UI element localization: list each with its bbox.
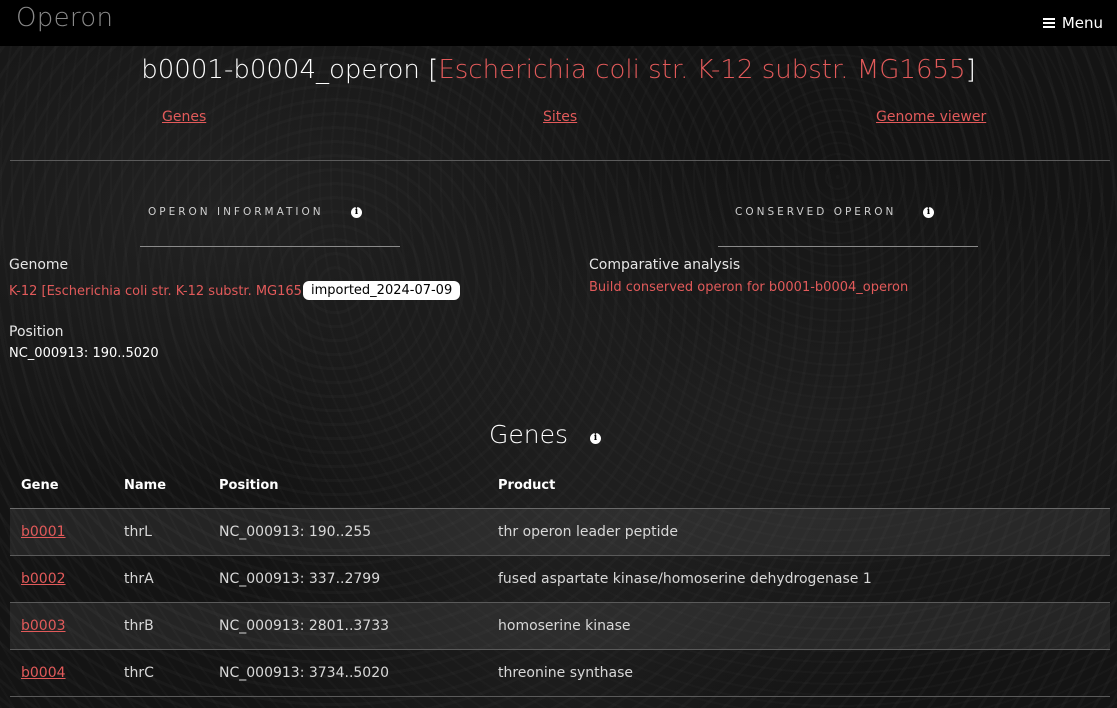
- genome-link[interactable]: K-12 [Escherichia coli str. K-12 substr.…: [9, 284, 315, 299]
- position-cell: NC_000913: 3734..5020: [208, 649, 487, 697]
- table-row: b0001 thrL NC_000913: 190..255 thr opero…: [10, 508, 1110, 556]
- conserved-operon-rule: [718, 246, 978, 247]
- info-icon[interactable]: i: [351, 207, 362, 218]
- table-row: b0004 thrC NC_000913: 3734..5020 threoni…: [10, 649, 1110, 697]
- info-icon[interactable]: i: [590, 433, 601, 444]
- product-cell: homoserine kinase: [487, 602, 1110, 650]
- page-title: b0001-b0004_operon [Escherichia coli str…: [0, 55, 1117, 85]
- gene-link[interactable]: b0002: [21, 571, 66, 587]
- hamburger-icon: [1042, 18, 1055, 28]
- column-header-position[interactable]: Position: [208, 462, 487, 509]
- brand-logo[interactable]: Operon: [16, 3, 113, 33]
- nav-link-sites[interactable]: Sites: [543, 109, 577, 125]
- genes-table: Gene Name Position Product b0001 thrL NC…: [10, 462, 1110, 697]
- position-cell: NC_000913: 190..255: [208, 508, 487, 556]
- menu-label: Menu: [1061, 14, 1103, 32]
- name-cell: thrL: [113, 508, 208, 556]
- menu-button[interactable]: Menu: [1042, 14, 1103, 32]
- genes-section-title: Genes: [489, 420, 569, 449]
- nav-link-genes[interactable]: Genes: [162, 109, 206, 125]
- gene-cell: b0004: [10, 649, 113, 697]
- position-cell: NC_000913: 337..2799: [208, 555, 487, 603]
- conserved-operon-heading: CONSERVED OPERON: [735, 206, 897, 218]
- genome-label: Genome: [9, 257, 69, 273]
- position-label: Position: [9, 324, 64, 340]
- nav-link-genome-viewer[interactable]: Genome viewer: [876, 109, 986, 125]
- gene-link[interactable]: b0003: [21, 618, 66, 634]
- column-header-product[interactable]: Product: [487, 462, 1110, 509]
- position-cell: NC_000913: 2801..3733: [208, 602, 487, 650]
- table-row: b0003 thrB NC_000913: 2801..3733 homoser…: [10, 602, 1110, 650]
- build-conserved-operon-link[interactable]: Build conserved operon for b0001-b0004_o…: [589, 280, 908, 295]
- table-header-row: Gene Name Position Product: [10, 462, 1110, 509]
- column-header-gene[interactable]: Gene: [10, 462, 113, 509]
- comparative-analysis-label: Comparative analysis: [589, 257, 741, 273]
- gene-link[interactable]: b0001: [21, 524, 66, 540]
- gene-cell: b0002: [10, 555, 113, 603]
- gene-link[interactable]: b0004: [21, 665, 66, 681]
- table-row: b0002 thrA NC_000913: 337..2799 fused as…: [10, 555, 1110, 603]
- operon-info-rule: [140, 246, 400, 247]
- genome-version-badge: imported_2024-07-09: [303, 281, 461, 300]
- title-bracket-open: [: [428, 55, 439, 85]
- organism-name: Escherichia coli str. K-12 substr. MG165…: [438, 55, 966, 85]
- gene-cell: b0001: [10, 508, 113, 556]
- gene-cell: b0003: [10, 602, 113, 650]
- product-cell: fused aspartate kinase/homoserine dehydr…: [487, 555, 1110, 603]
- product-cell: threonine synthase: [487, 649, 1110, 697]
- title-bracket-close: ]: [965, 55, 976, 85]
- column-header-name[interactable]: Name: [113, 462, 208, 509]
- operon-name: b0001-b0004_operon: [141, 55, 420, 85]
- position-value: NC_000913: 190..5020: [9, 346, 159, 361]
- top-navbar: Operon Menu: [0, 0, 1117, 46]
- section-divider: [10, 160, 1110, 161]
- name-cell: thrB: [113, 602, 208, 650]
- name-cell: thrC: [113, 649, 208, 697]
- product-cell: thr operon leader peptide: [487, 508, 1110, 556]
- name-cell: thrA: [113, 555, 208, 603]
- operon-information-heading: OPERON INFORMATION: [148, 206, 324, 218]
- info-icon[interactable]: i: [923, 207, 934, 218]
